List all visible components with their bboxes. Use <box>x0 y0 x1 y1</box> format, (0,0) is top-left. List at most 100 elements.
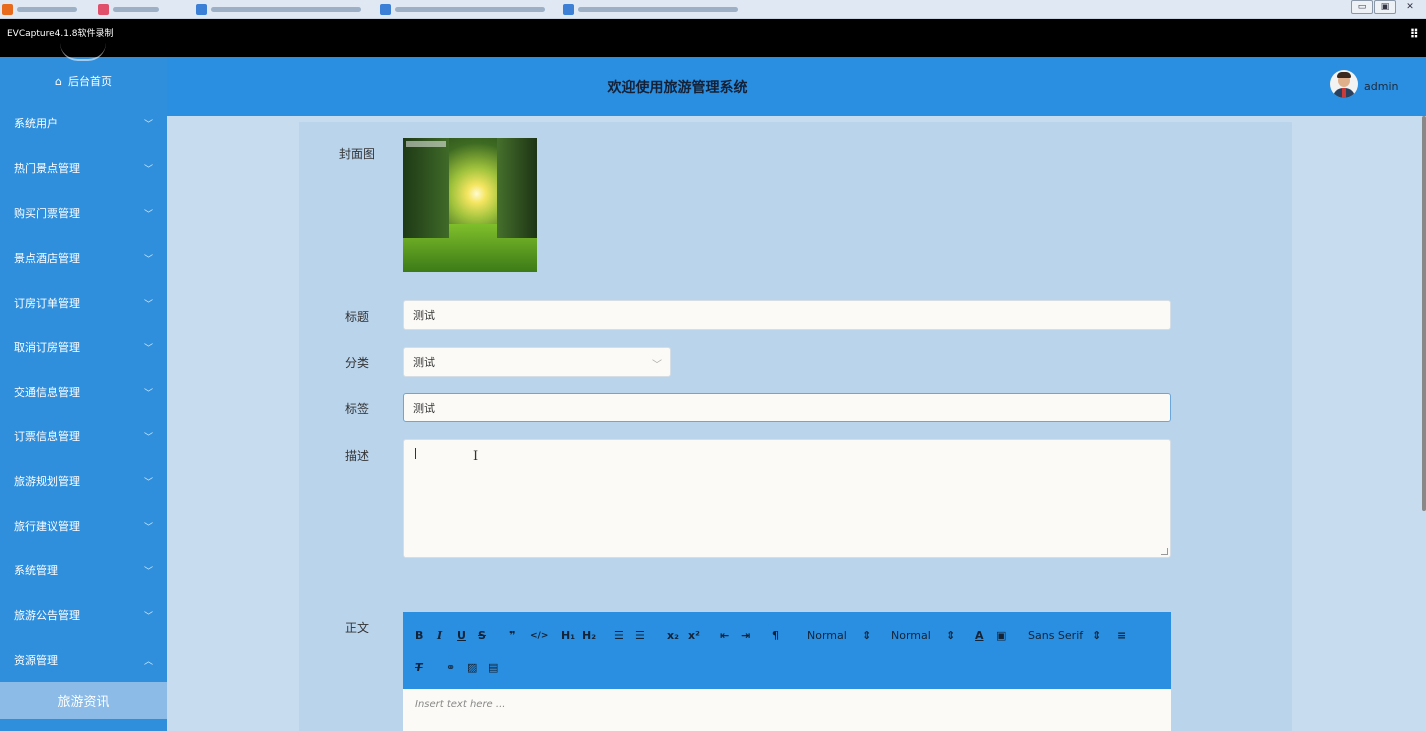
sidebar-item-hot-attractions[interactable]: 热门景点管理 ﹀ <box>0 146 167 190</box>
strikethrough-icon[interactable]: S <box>478 629 486 642</box>
home-icon: ⌂ <box>55 74 62 88</box>
subscript-icon[interactable]: x₂ <box>667 629 679 642</box>
tags-input[interactable]: 测试 <box>403 393 1171 422</box>
user-name[interactable]: admin <box>1364 80 1398 93</box>
chevron-down-icon: ﹀ <box>143 566 153 577</box>
chevron-down-icon: ﹀ <box>143 432 153 443</box>
editor-placeholder: Insert text here ... <box>415 699 506 710</box>
os-tab[interactable] <box>563 3 738 16</box>
chevron-down-icon: ﹀ <box>143 164 153 175</box>
os-tab[interactable] <box>380 3 545 16</box>
ibeam-cursor-icon: I <box>473 449 479 464</box>
os-tab[interactable] <box>196 3 361 16</box>
link-icon[interactable]: ⚭ <box>446 661 455 674</box>
sidebar-item-system-management[interactable]: 系统管理 ﹀ <box>0 548 167 592</box>
sidebar-item-label: 后台首页 <box>67 75 112 88</box>
chevron-down-icon: ﹀ <box>143 522 153 533</box>
italic-icon[interactable]: I <box>437 629 442 642</box>
grid-icon[interactable]: ⠿ <box>1410 27 1419 41</box>
sidebar-item-label: 旅游规划管理 <box>14 475 80 488</box>
sidebar-item-home[interactable]: ⌂ 后台首页 <box>0 57 167 105</box>
sidebar-item-label: 购买门票管理 <box>14 207 80 220</box>
editor-body[interactable]: Insert text here ... <box>403 689 1171 731</box>
sidebar-item-label: 订票信息管理 <box>14 430 80 443</box>
sidebar-item-cancel-rooms[interactable]: 取消订房管理 ﹀ <box>0 325 167 369</box>
sidebar-item-label: 取消订房管理 <box>14 341 80 354</box>
description-textarea[interactable]: I <box>403 439 1171 558</box>
sidebar-subitem-travel-news[interactable]: 旅游资讯 <box>0 682 167 719</box>
sidebar-item-label: 旅游公告管理 <box>14 609 80 622</box>
restore-button[interactable]: ▣ <box>1374 0 1396 14</box>
font-color-icon[interactable]: A <box>975 629 984 642</box>
chevron-updown-icon: ⇕ <box>1092 629 1102 642</box>
sidebar-item-label: 景点酒店管理 <box>14 252 80 265</box>
indent-icon[interactable]: ⇥ <box>741 629 750 642</box>
title-value: 测试 <box>413 309 435 322</box>
title-input[interactable]: 测试 <box>403 300 1171 330</box>
sidebar-item-room-orders[interactable]: 订房订单管理 ﹀ <box>0 281 167 325</box>
os-tab-strip: ▭ ▣ ✕ <box>0 0 1426 19</box>
background-color-icon[interactable]: ▣ <box>996 629 1006 642</box>
content-label: 正文 <box>345 621 370 635</box>
minimize-button[interactable]: ▭ <box>1351 0 1373 14</box>
sidebar-item-announcements[interactable]: 旅游公告管理 ﹀ <box>0 593 167 637</box>
align-icon[interactable]: ≡ <box>1117 629 1126 642</box>
bullet-list-icon[interactable]: ☰ <box>635 629 645 642</box>
bold-icon[interactable]: B <box>415 629 423 642</box>
category-select[interactable]: 测试 ﹀ <box>403 347 671 377</box>
app-icon <box>98 4 109 15</box>
sidebar-item-hotels[interactable]: 景点酒店管理 ﹀ <box>0 236 167 280</box>
page-title: 欢迎使用旅游管理系统 <box>607 80 748 96</box>
avatar[interactable] <box>1330 70 1358 98</box>
chevron-down-icon: ﹀ <box>143 119 153 130</box>
sidebar-item-label: 交通信息管理 <box>14 386 80 399</box>
header-select[interactable]: Normal <box>807 629 847 642</box>
chevron-down-icon: ﹀ <box>143 209 153 220</box>
category-value: 测试 <box>413 356 435 369</box>
cover-image[interactable] <box>403 138 537 272</box>
clear-format-icon[interactable]: T <box>415 661 423 674</box>
sidebar-item-label: 系统管理 <box>14 564 58 577</box>
sidebar-item-travel-advice[interactable]: 旅行建议管理 ﹀ <box>0 504 167 548</box>
os-tab[interactable] <box>2 3 77 16</box>
ordered-list-icon[interactable]: ☰ <box>614 629 624 642</box>
app-icon <box>563 4 574 15</box>
tags-value: 测试 <box>413 401 435 415</box>
font-select[interactable]: Sans Serif <box>1028 629 1083 642</box>
superscript-icon[interactable]: x² <box>688 629 700 642</box>
code-icon[interactable]: </> <box>530 631 548 641</box>
chevron-down-icon: ﹀ <box>143 388 153 399</box>
capture-bar: EVCapture4.1.8软件录制 ⠿ <box>0 19 1426 57</box>
heading1-icon[interactable]: H₁ <box>561 629 575 642</box>
os-tab[interactable] <box>98 3 159 16</box>
outdent-icon[interactable]: ⇤ <box>720 629 729 642</box>
scrollbar[interactable] <box>1422 116 1426 511</box>
image-icon[interactable]: ▨ <box>467 661 477 674</box>
sidebar-item-resources[interactable]: 资源管理 ︿ <box>0 638 167 682</box>
sidebar-item-tickets[interactable]: 购买门票管理 ﹀ <box>0 191 167 235</box>
sidebar-item-label: 订房订单管理 <box>14 297 80 310</box>
text-direction-icon[interactable]: ¶ <box>772 629 779 642</box>
description-label: 描述 <box>345 449 370 463</box>
heading2-icon[interactable]: H₂ <box>582 629 596 642</box>
sidebar-item-label: 资源管理 <box>14 654 58 667</box>
underline-icon[interactable]: U <box>457 629 466 642</box>
chevron-down-icon: ﹀ <box>143 299 153 310</box>
chevron-up-icon: ︿ <box>143 656 153 667</box>
sidebar-item-travel-plans[interactable]: 旅游规划管理 ﹀ <box>0 459 167 503</box>
sidebar-item-label: 热门景点管理 <box>14 162 80 175</box>
editor-toolbar: B I U S ❞ </> H₁ H₂ ☰ ☰ x₂ x² ⇤ ⇥ ¶ Norm… <box>403 612 1171 689</box>
chevron-updown-icon: ⇕ <box>946 629 956 642</box>
video-icon[interactable]: ▤ <box>488 661 498 674</box>
blockquote-icon[interactable]: ❞ <box>509 629 515 642</box>
resize-handle[interactable] <box>1161 548 1168 555</box>
chevron-updown-icon: ⇕ <box>862 629 872 642</box>
close-button[interactable]: ✕ <box>1399 0 1421 14</box>
tags-label: 标签 <box>345 402 370 416</box>
chevron-down-icon: ﹀ <box>652 360 662 371</box>
size-select[interactable]: Normal <box>891 629 931 642</box>
sidebar-item-booking-info[interactable]: 订票信息管理 ﹀ <box>0 414 167 458</box>
sidebar-item-system-users[interactable]: 系统用户 ﹀ <box>0 101 167 145</box>
sidebar-item-traffic[interactable]: 交通信息管理 ﹀ <box>0 370 167 414</box>
capture-title: EVCapture4.1.8软件录制 <box>7 29 114 39</box>
